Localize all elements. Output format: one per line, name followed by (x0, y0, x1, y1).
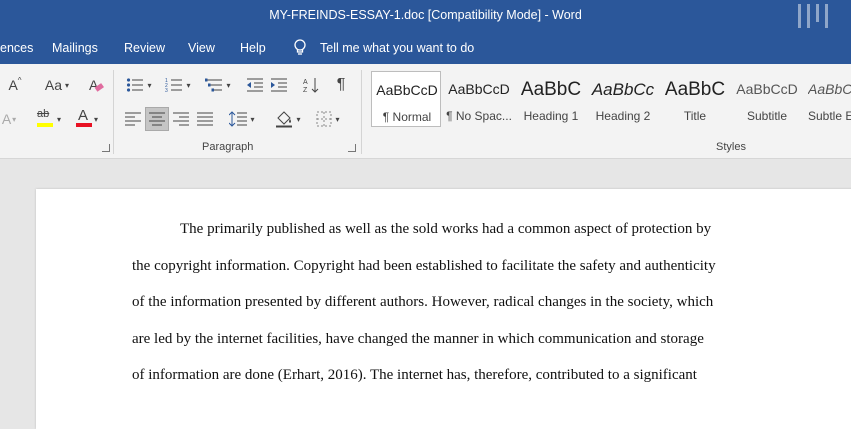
ribbon-tabs: ences Mailings Review View Help Tell me … (0, 32, 851, 64)
align-right-button[interactable] (170, 108, 192, 130)
style-title[interactable]: AaBbC Title (660, 71, 730, 127)
justify-button[interactable] (194, 108, 216, 130)
borders-button[interactable]: ▾ (310, 108, 346, 130)
align-left-icon (125, 112, 141, 126)
line-spacing-icon (229, 111, 248, 127)
style-normal[interactable]: AaBbCcD ¶ Normal (371, 71, 441, 127)
tab-review[interactable]: Review (124, 41, 165, 55)
window-title: MY-FREINDS-ESSAY-1.doc [Compatibility Mo… (269, 8, 582, 22)
change-case-button[interactable]: Aa ▾ (40, 74, 74, 96)
ribbon-separator (361, 70, 362, 154)
paragraph-group-label: Paragraph (202, 141, 254, 153)
paragraph-line: of the information presented by differen… (132, 294, 714, 311)
style-heading-1[interactable]: AaBbC Heading 1 (516, 71, 586, 127)
line-spacing-button[interactable]: ▾ (224, 108, 260, 130)
svg-text:Z: Z (303, 87, 308, 93)
paragraph-line: are led by the internet facilities, have… (132, 330, 704, 347)
decrease-indent-button[interactable] (244, 74, 266, 96)
ribbon-display-options-icon[interactable] (798, 0, 834, 32)
increase-indent-button[interactable] (268, 74, 290, 96)
multilevel-list-icon (205, 78, 223, 92)
style-preview: AaBbCcD (448, 81, 510, 97)
font-color-button[interactable]: A ▾ (68, 106, 104, 132)
highlight-color-bar (36, 123, 53, 127)
align-left-button[interactable] (122, 108, 144, 130)
align-right-icon (173, 112, 189, 126)
style-preview: AaBbC (520, 79, 582, 100)
document-paragraph[interactable]: The primarily published as well as the s… (132, 221, 757, 404)
ribbon-separator (113, 70, 114, 154)
style-label: Heading 1 (523, 109, 579, 123)
style-no-spacing[interactable]: AaBbCcD ¶ No Spac... (444, 71, 514, 127)
pilcrow-icon: ¶ (336, 76, 346, 93)
font-color-bar (75, 123, 92, 127)
bullets-button[interactable]: ▾ (122, 74, 156, 96)
tab-help[interactable]: Help (240, 41, 266, 55)
sort-icon: AZ (303, 78, 319, 93)
increase-indent-icon (271, 78, 287, 92)
multilevel-list-button[interactable]: ▾ (200, 74, 236, 96)
highlight-button[interactable]: ab ▾ (30, 106, 66, 132)
style-preview: AaBbCc (591, 80, 655, 99)
sort-button[interactable]: AZ (300, 74, 322, 96)
style-preview: AaBbCc (808, 81, 851, 97)
borders-icon (316, 111, 332, 127)
paragraph-dialog-launcher[interactable] (348, 144, 356, 152)
shading-button[interactable]: ▾ (270, 108, 306, 130)
align-center-icon (149, 112, 165, 126)
paragraph-line: The primarily published as well as the s… (180, 221, 712, 237)
font-dialog-launcher[interactable] (102, 144, 110, 152)
style-subtle-emphasis[interactable]: AaBbCc Subtle E (804, 71, 851, 127)
style-preview: AaBbCcD (376, 82, 438, 98)
numbering-icon: 123 (165, 78, 183, 93)
styles-group-label: Styles (716, 141, 746, 153)
clear-formatting-icon: A (89, 77, 104, 93)
svg-text:A: A (303, 79, 308, 86)
title-bar: MY-FREINDS-ESSAY-1.doc [Compatibility Mo… (0, 0, 851, 32)
tab-references[interactable]: ences (0, 41, 33, 55)
justify-icon (197, 112, 213, 126)
show-formatting-marks-button[interactable]: ¶ (330, 74, 352, 96)
clear-formatting-button[interactable]: A (84, 74, 108, 96)
style-label: ¶ Normal (382, 110, 432, 124)
center-button[interactable] (145, 107, 169, 131)
svg-text:3: 3 (165, 88, 168, 93)
tab-mailings[interactable]: Mailings (52, 41, 98, 55)
tell-me-search[interactable]: Tell me what you want to do (320, 41, 474, 55)
style-label: ¶ No Spac... (446, 109, 512, 123)
style-heading-2[interactable]: AaBbCc Heading 2 (588, 71, 658, 127)
change-case-label: Aa (44, 77, 63, 93)
style-label: Title (683, 109, 707, 123)
font-color-letter: A (77, 107, 88, 124)
numbering-button[interactable]: 1 2 3 ▾ (160, 74, 196, 96)
paragraph-line: the copyright information. Copyright had… (132, 257, 716, 274)
shading-icon (276, 111, 293, 128)
grow-font-letter: A (8, 77, 18, 93)
paragraph-line: of information are done (Erhart, 2016). … (132, 367, 697, 384)
decrease-indent-icon (247, 78, 263, 92)
style-label: Heading 2 (595, 109, 651, 123)
style-preview: AaBbCcD (736, 81, 798, 97)
grow-font-button[interactable]: A ^ (2, 74, 28, 96)
text-effects-button[interactable]: A ▾ (0, 108, 18, 130)
lightbulb-icon[interactable] (293, 39, 307, 60)
bullets-icon (127, 78, 144, 92)
tab-view[interactable]: View (188, 41, 215, 55)
style-preview: AaBbC (664, 79, 726, 100)
highlight-letters: ab (36, 108, 50, 120)
style-label: Subtitle (746, 109, 788, 123)
style-label: Subtle E (808, 109, 851, 123)
style-subtitle[interactable]: AaBbCcD Subtitle (732, 71, 802, 127)
